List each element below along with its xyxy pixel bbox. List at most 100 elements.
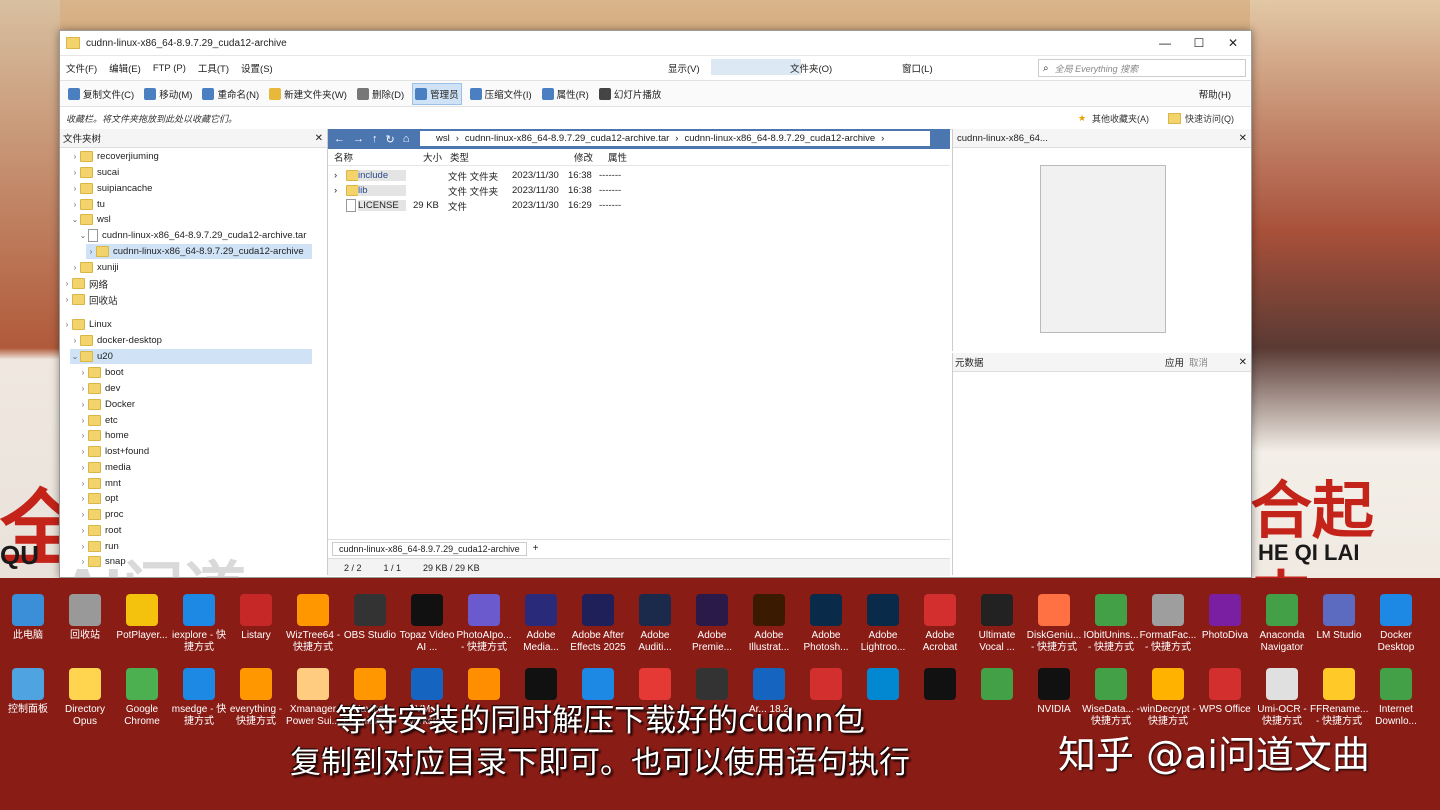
compress-button[interactable]: 压缩文件(I) (468, 84, 534, 104)
chevron-icon[interactable]: › (70, 200, 80, 209)
col-size[interactable]: 大小 (423, 150, 442, 164)
desktop-icon[interactable]: DiskGeniu... - 快捷方式 (1025, 594, 1083, 654)
chevron-icon[interactable]: ⌄ (78, 231, 88, 240)
desktop-icon[interactable]: OBS Studio (341, 594, 399, 642)
file-row[interactable]: LICENSE 29 KB 文件 2023/11/30 16:29 ------- (328, 198, 948, 213)
breadcrumb-item[interactable]: cudnn-linux-x86_64-8.9.7.29_cuda12-archi… (684, 133, 875, 144)
view-mode-buttons[interactable] (711, 59, 801, 75)
tree-item[interactable]: ⌄ cudnn-linux-x86_64-8.9.7.29_cuda12-arch… (78, 228, 306, 243)
chevron-icon[interactable]: › (62, 320, 72, 329)
tree-item[interactable]: › xuniji (70, 260, 119, 275)
tree-item[interactable]: › home (78, 428, 129, 443)
desktop-icon[interactable]: FormatFac... - 快捷方式 (1139, 594, 1197, 654)
desktop-icon[interactable]: Anaconda Navigator (1253, 594, 1311, 654)
search-input[interactable]: 全局 Everything 搜索 (1055, 62, 1139, 75)
slideshow-button[interactable]: 幻灯片播放 (597, 84, 664, 104)
breadcrumb-item[interactable]: cudnn-linux-x86_64-8.9.7.29_cuda12-archi… (465, 133, 669, 144)
col-type[interactable]: 类型 (450, 150, 469, 164)
tree-item[interactable]: › dev (78, 381, 120, 396)
other-favorites[interactable]: 其他收藏夹(A) (1092, 112, 1149, 125)
desktop-icon[interactable]: PotPlayer... (113, 594, 171, 642)
chevron-icon[interactable]: › (78, 400, 88, 409)
desktop-icon[interactable]: Ultimate Vocal ... (968, 594, 1026, 654)
desktop-icon[interactable]: Adobe Premie... (683, 594, 741, 654)
preview-close-icon[interactable]: ✕ (1239, 133, 1247, 144)
back-icon[interactable]: ← (334, 133, 345, 145)
desktop-icon[interactable]: Adobe Acrobat (911, 594, 969, 654)
col-name[interactable]: 名称 (334, 150, 353, 164)
chevron-icon[interactable]: › (78, 526, 88, 535)
menu-edit[interactable]: 编辑(E) (109, 61, 141, 75)
col-modified[interactable]: 修改 (574, 150, 593, 164)
tree-item[interactable]: › lost+found (78, 444, 149, 459)
tab-current[interactable]: cudnn-linux-x86_64-8.9.7.29_cuda12-archi… (332, 541, 527, 556)
chevron-icon[interactable]: › (70, 184, 80, 193)
move-button[interactable]: 移动(M) (142, 84, 194, 104)
chevron-icon[interactable]: › (70, 152, 80, 161)
file-row[interactable]: › lib 文件 文件夹 2023/11/30 16:38 ------- (328, 183, 948, 198)
chevron-icon[interactable]: › (62, 279, 72, 288)
tree-item[interactable]: ⌄ u20 (70, 349, 312, 364)
desktop-icon[interactable]: 回收站 (56, 594, 114, 642)
desktop-icon[interactable]: Adobe Illustrat... (740, 594, 798, 654)
desktop-icon[interactable]: LM Studio (1310, 594, 1368, 642)
tree-item[interactable]: › boot (78, 365, 124, 380)
tree-item[interactable]: › etc (78, 413, 118, 428)
quick-access[interactable]: 快速访问(Q) (1185, 112, 1234, 125)
desktop-icon[interactable]: iexplore - 快捷方式 (170, 594, 228, 654)
copy-button[interactable]: 复制文件(C) (66, 84, 136, 104)
home-icon[interactable]: ⌂ (403, 133, 410, 145)
tree-item[interactable]: › media (78, 460, 131, 475)
menu-folder[interactable]: 文件夹(O) (790, 61, 832, 75)
desktop-icon[interactable]: WizTree64 - 快捷方式 (284, 594, 342, 654)
new-tab-button[interactable]: + (533, 543, 539, 554)
help-menu[interactable]: 帮助(H) (1199, 87, 1231, 101)
desktop-icon[interactable]: Adobe Lightroo... (854, 594, 912, 654)
chevron-icon[interactable]: › (78, 368, 88, 377)
desktop-icon[interactable]: Listary (227, 594, 285, 642)
chevron-icon[interactable]: › (78, 463, 88, 472)
menu-window[interactable]: 窗口(L) (902, 61, 933, 75)
chevron-icon[interactable]: › (62, 295, 72, 304)
refresh-icon[interactable]: ↻ (386, 133, 395, 146)
desktop-icon[interactable]: Internet Downlo... (1367, 668, 1425, 728)
menu-settings[interactable]: 设置(S) (241, 61, 273, 75)
desktop-icon[interactable]: Adobe After Effects 2025 (569, 594, 627, 654)
tree-item[interactable]: › tu (70, 197, 105, 212)
tree-item[interactable]: ⌄ wsl (70, 212, 111, 227)
new-folder-button[interactable]: 新建文件夹(W) (267, 84, 349, 104)
chevron-icon[interactable]: › (78, 510, 88, 519)
tree-item[interactable]: › Linux (62, 317, 112, 332)
tree-item[interactable]: › 回收站 (62, 292, 118, 307)
tree-item[interactable]: › root (78, 523, 121, 538)
desktop-icon[interactable]: Adobe Media... (512, 594, 570, 654)
chevron-icon[interactable]: › (78, 384, 88, 393)
rename-button[interactable]: 重命名(N) (200, 84, 261, 104)
desktop-icon[interactable]: PhotoAIpo... - 快捷方式 (455, 594, 513, 654)
admin-button[interactable]: 管理员 (412, 82, 462, 105)
col-attr[interactable]: 属性 (608, 150, 627, 164)
tree-item[interactable]: › proc (78, 507, 123, 522)
tree-item[interactable]: › 网络 (62, 276, 108, 291)
chevron-icon[interactable]: › (78, 431, 88, 440)
menu-file[interactable]: 文件(F) (66, 61, 97, 75)
menu-display[interactable]: 显示(V) (668, 61, 700, 75)
delete-button[interactable]: 删除(D) (355, 84, 406, 104)
desktop-icon[interactable]: Topaz Video AI ... (398, 594, 456, 654)
chevron-icon[interactable]: › (78, 479, 88, 488)
tree-close-icon[interactable]: ✕ (315, 133, 323, 144)
up-icon[interactable]: ↑ (372, 133, 378, 145)
search-box[interactable]: ⌕ 全局 Everything 搜索 (1038, 59, 1246, 77)
tree-item[interactable]: › recoverjiuming (70, 149, 159, 164)
chevron-icon[interactable]: ⌄ (70, 352, 80, 361)
tree-item[interactable]: › cudnn-linux-x86_64-8.9.7.29_cuda12-arch… (86, 244, 312, 259)
menu-tools[interactable]: 工具(T) (198, 61, 229, 75)
chevron-icon[interactable]: › (78, 416, 88, 425)
metadata-close-icon[interactable]: ✕ (1239, 357, 1247, 368)
chevron-icon[interactable]: › (78, 447, 88, 456)
minimize-button[interactable]: — (1148, 31, 1182, 55)
properties-button[interactable]: 属性(R) (540, 84, 591, 104)
desktop-icon[interactable]: Adobe Photosh... (797, 594, 855, 654)
tree-item[interactable]: › opt (78, 491, 118, 506)
chevron-icon[interactable]: › (78, 494, 88, 503)
